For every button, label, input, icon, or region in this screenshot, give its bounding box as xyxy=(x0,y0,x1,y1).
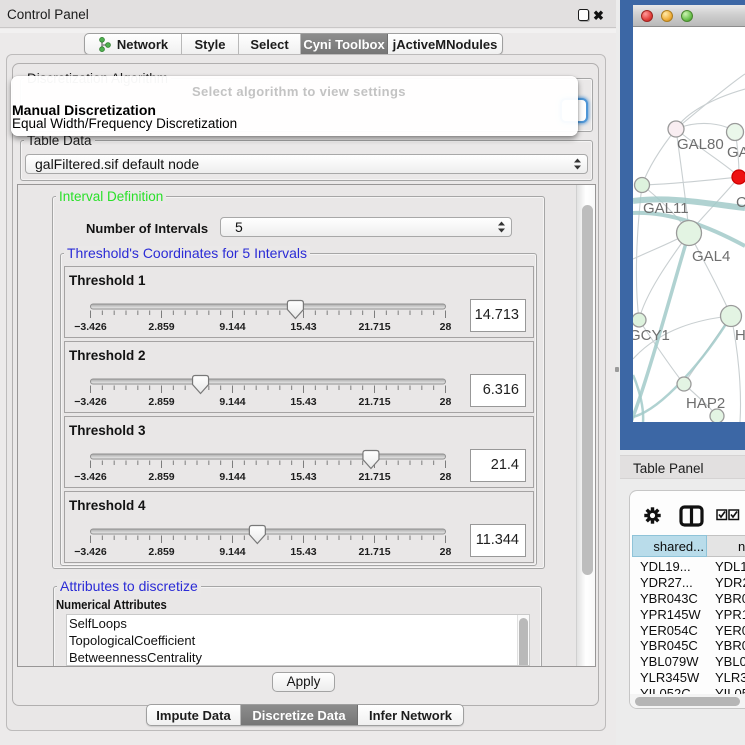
svg-text:15.43: 15.43 xyxy=(290,471,316,483)
svg-text:21.715: 21.715 xyxy=(358,471,390,483)
svg-text:HAP2: HAP2 xyxy=(686,395,725,412)
svg-text:9.144: 9.144 xyxy=(219,546,245,558)
svg-text:9.144: 9.144 xyxy=(219,321,245,333)
svg-text:21.715: 21.715 xyxy=(358,546,390,558)
svg-text:GAL4: GAL4 xyxy=(692,248,730,265)
svg-text:28: 28 xyxy=(440,471,452,483)
svg-text:−3.426: −3.426 xyxy=(74,321,107,333)
svg-text:GAL: GAL xyxy=(727,144,745,161)
svg-text:15.43: 15.43 xyxy=(290,546,316,558)
svg-text:GAL11: GAL11 xyxy=(643,200,689,217)
svg-text:2.859: 2.859 xyxy=(148,546,174,558)
svg-text:28: 28 xyxy=(440,546,452,558)
svg-text:21.715: 21.715 xyxy=(358,321,390,333)
svg-text:28: 28 xyxy=(440,396,452,408)
svg-text:2.859: 2.859 xyxy=(148,321,174,333)
svg-text:−3.426: −3.426 xyxy=(74,546,107,558)
svg-text:−3.426: −3.426 xyxy=(74,471,107,483)
svg-text:C: C xyxy=(736,194,745,211)
svg-text:2.859: 2.859 xyxy=(148,396,174,408)
svg-text:9.144: 9.144 xyxy=(219,471,245,483)
svg-text:15.43: 15.43 xyxy=(290,396,316,408)
svg-text:28: 28 xyxy=(440,321,452,333)
svg-text:GAL80: GAL80 xyxy=(677,136,724,153)
svg-text:21.715: 21.715 xyxy=(358,396,390,408)
svg-text:−3.426: −3.426 xyxy=(74,396,107,408)
svg-text:GCY1: GCY1 xyxy=(633,327,670,344)
svg-text:9.144: 9.144 xyxy=(219,396,245,408)
svg-text:H: H xyxy=(735,327,745,344)
svg-text:15.43: 15.43 xyxy=(290,321,316,333)
svg-text:2.859: 2.859 xyxy=(148,471,174,483)
